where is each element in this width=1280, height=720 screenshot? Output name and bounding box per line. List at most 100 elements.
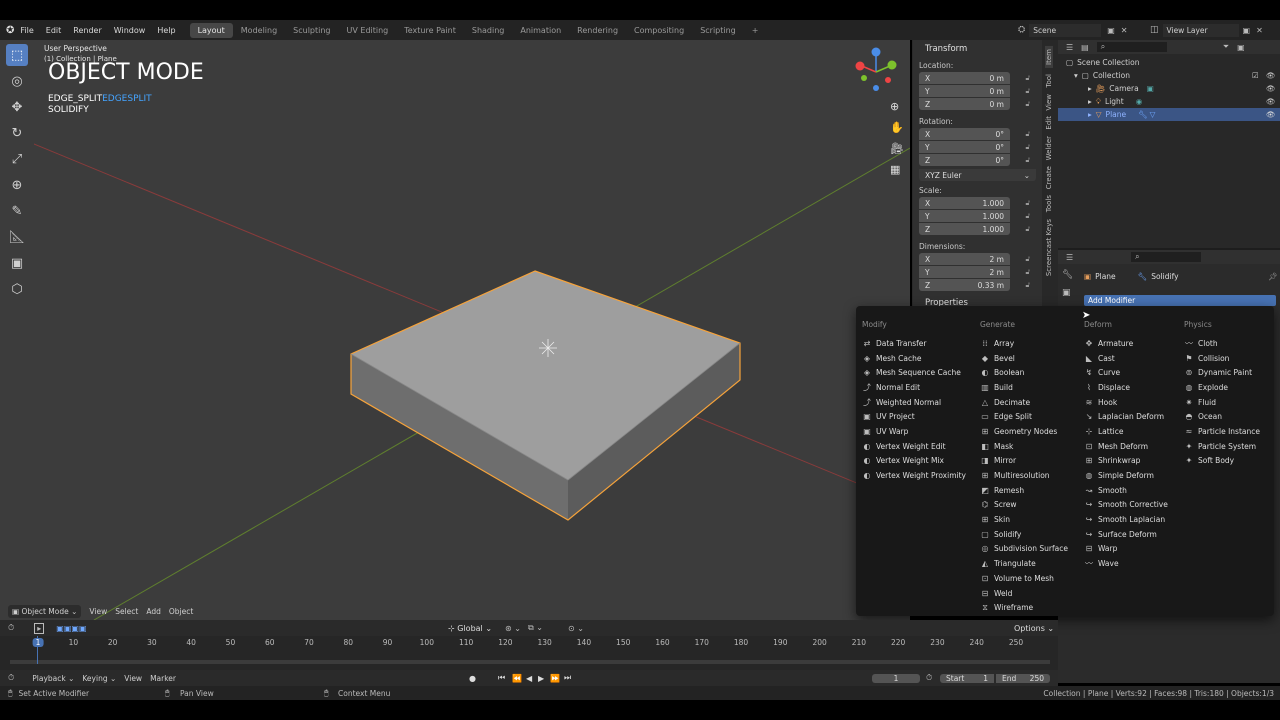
end-frame-field[interactable]: End 250 (996, 673, 1050, 683)
modifier-item-wireframe[interactable]: ⧖ Wireframe (974, 600, 1078, 615)
measure-icon[interactable]: 📐︎ (6, 226, 28, 248)
search-icon[interactable]: ⌕ (1131, 252, 1202, 262)
options-dropdown[interactable]: Options ⌄ (1014, 624, 1054, 633)
menu-window[interactable]: Window (114, 26, 146, 35)
lock-icon[interactable]: 🔓︎ (1025, 255, 1030, 264)
modifier-item-multiresolution[interactable]: ⊞ Multiresolution (974, 468, 1078, 483)
menu-render[interactable]: Render (73, 26, 101, 35)
modifier-item-uv-warp[interactable]: ▣ UV Warp (856, 424, 974, 439)
auto-key-icon[interactable]: ▸ (34, 622, 45, 634)
tab-modeling[interactable]: Modeling (233, 23, 285, 38)
expand-arrow-icon[interactable]: ▸ (1088, 110, 1092, 119)
location-x-field[interactable]: X0 m (919, 72, 1010, 84)
editor-type-icon[interactable]: ⏱︎ (8, 673, 14, 683)
3d-viewport[interactable]: User Perspective (1) Collection | Plane … (34, 40, 910, 620)
modifier-item-vertex-weight-proximity[interactable]: ◐ Vertex Weight Proximity (856, 468, 974, 483)
tab-sculpting[interactable]: Sculpting (285, 23, 338, 38)
transform-orientation-dropdown[interactable]: ⊹ Global ⌄ (448, 624, 492, 633)
scene-name[interactable]: Scene (1029, 23, 1102, 37)
add-workspace-button[interactable]: + (744, 23, 767, 38)
outliner-item-plane[interactable]: ▸ ▽ Plane 🔧︎ ▽ 👁︎ (1058, 108, 1280, 121)
modifier-item-smooth-corrective[interactable]: ↪ Smooth Corrective (1078, 498, 1182, 513)
dimensions-y-field[interactable]: Y2 m (919, 266, 1010, 278)
play-reverse-icon[interactable]: ◀ (526, 674, 532, 683)
modifier-item-explode[interactable]: ◍ Explode (1178, 380, 1274, 395)
select-box-icon[interactable]: ⬚ (6, 44, 28, 66)
modifier-item-subdivision-surface[interactable]: ◎ Subdivision Surface (974, 542, 1078, 557)
menu-help[interactable]: Help (157, 26, 175, 35)
modifier-item-triangulate[interactable]: ◭ Triangulate (974, 556, 1078, 571)
rotation-z-field[interactable]: Z 0° (919, 154, 1010, 166)
lock-icon[interactable]: 🔓︎ (1025, 87, 1030, 96)
modifier-item-normal-edit[interactable]: ⤴ Normal Edit (856, 380, 974, 395)
modifier-item-warp[interactable]: ⊟ Warp (1078, 542, 1182, 557)
modifier-item-weld[interactable]: ⊟ Weld (974, 586, 1078, 601)
view-layer-icon[interactable]: ◫ (1150, 25, 1159, 35)
lock-icon[interactable]: 🔓︎ (1025, 100, 1030, 109)
preview-range-icon[interactable]: ⏱︎ (926, 673, 932, 683)
rotate-icon[interactable]: ↻ (6, 122, 28, 144)
modifier-item-collision[interactable]: ⚑ Collision (1178, 351, 1274, 366)
outliner-scene-collection[interactable]: ▢ Scene Collection (1058, 56, 1280, 69)
tab-uv-editing[interactable]: UV Editing (339, 23, 397, 38)
editor-type-icon[interactable]: ☰ (1066, 253, 1073, 262)
lock-icon[interactable]: 🔓︎ (1025, 212, 1030, 221)
pin-icon[interactable]: 📌︎ (1268, 272, 1278, 281)
view-menu[interactable]: View (124, 674, 142, 683)
tab-tools[interactable]: Tools (1045, 195, 1053, 212)
view-layer-name[interactable]: View Layer (1162, 23, 1239, 37)
blender-logo-icon[interactable]: ✪ (6, 25, 14, 36)
checkbox-icon[interactable]: ☑ (1252, 71, 1259, 80)
scale-z-field[interactable]: Z 1.000 (919, 223, 1010, 235)
delete-view-layer-icon[interactable]: ✕ (1256, 26, 1263, 35)
start-frame-field[interactable]: Start 1 (940, 673, 994, 683)
proportional-edit-icon[interactable]: ⊙ ⌄ (568, 624, 584, 633)
modifier-item-curve[interactable]: ↯ Curve (1078, 365, 1182, 380)
marker-menu[interactable]: Marker (150, 674, 176, 683)
tab-view[interactable]: View (1045, 94, 1053, 111)
scale-y-field[interactable]: Y 1.000 (919, 210, 1010, 222)
mode-dropdown[interactable]: ▣ Object Mode ⌄ (8, 604, 82, 618)
current-frame-field[interactable]: 1 (872, 673, 920, 683)
modifier-item-mesh-deform[interactable]: ⊡ Mesh Deform (1078, 439, 1182, 454)
outliner-item-camera[interactable]: ▸ 🎥︎ Camera ▣ 👁︎ (1058, 82, 1280, 95)
modifier-item-mesh-cache[interactable]: ◈ Mesh Cache (856, 351, 974, 366)
location-y-field[interactable]: Y0 m (919, 85, 1010, 97)
search-icon[interactable]: ⌕ (1096, 42, 1167, 52)
move-icon[interactable]: ✥ (6, 96, 28, 118)
modifier-item-lattice[interactable]: ⊹ Lattice (1078, 424, 1182, 439)
prev-keyframe-icon[interactable]: ⏪ (512, 674, 522, 683)
scale-icon[interactable]: ⤢ (6, 148, 28, 170)
zoom-icon[interactable]: ⊕ (890, 100, 904, 113)
delete-scene-icon[interactable]: ✕ (1121, 26, 1128, 35)
add-box-icon[interactable]: ⬡ (6, 278, 28, 300)
camera-view-icon[interactable]: 🎥︎ (890, 142, 904, 155)
modifier-item-smooth-laplacian[interactable]: ↪ Smooth Laplacian (1078, 512, 1182, 527)
annotate-icon[interactable]: ✎ (6, 200, 28, 222)
rotation-x-field[interactable]: X 0° (919, 128, 1010, 140)
tab-scripting[interactable]: Scripting (692, 23, 744, 38)
modifier-item-skin[interactable]: ⊞ Skin (974, 512, 1078, 527)
modifier-item-screw[interactable]: ⌬ Screw (974, 498, 1078, 513)
selection-mode-icons[interactable]: ▣▣▣▣ (56, 624, 86, 633)
eye-icon[interactable]: 👁︎ (1266, 84, 1276, 93)
scene-icon[interactable]: ⛭ (1018, 25, 1025, 35)
tab-compositing[interactable]: Compositing (626, 23, 692, 38)
lock-icon[interactable]: 🔓︎ (1025, 74, 1030, 83)
modifier-item-dynamic-paint[interactable]: ⊚ Dynamic Paint (1178, 365, 1274, 380)
editor-type-icon[interactable]: ☰ (1066, 43, 1073, 52)
dimensions-z-field[interactable]: Z 0.33 m (919, 279, 1010, 291)
modifier-item-wave[interactable]: 〰 Wave (1078, 556, 1182, 571)
add-cube-icon[interactable]: ▣ (6, 252, 28, 274)
modifier-item-mask[interactable]: ◧ Mask (974, 439, 1078, 454)
menu-file[interactable]: File (20, 26, 33, 35)
tab-rendering[interactable]: Rendering (569, 23, 626, 38)
tab-texture-paint[interactable]: Texture Paint (396, 23, 464, 38)
keying-menu[interactable]: Keying ⌄ (82, 674, 116, 683)
tab-animation[interactable]: Animation (512, 23, 569, 38)
modifier-item-soft-body[interactable]: ✦ Soft Body (1178, 454, 1274, 469)
modifier-item-laplacian-deform[interactable]: ↘ Laplacian Deform (1078, 409, 1182, 424)
navigation-gizmo[interactable] (850, 44, 910, 94)
modifier-item-mesh-sequence-cache[interactable]: ◈ Mesh Sequence Cache (856, 365, 974, 380)
dimensions-x-field[interactable]: X2 m (919, 253, 1010, 265)
